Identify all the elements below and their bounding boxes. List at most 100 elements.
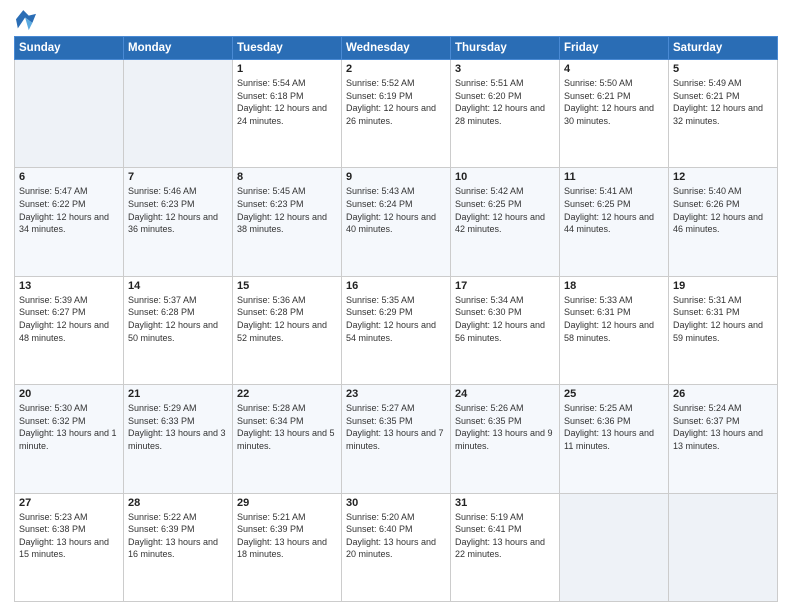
day-info: Sunrise: 5:26 AM Sunset: 6:35 PM Dayligh… [455,402,555,452]
day-info: Sunrise: 5:40 AM Sunset: 6:26 PM Dayligh… [673,185,773,235]
page: Sunday Monday Tuesday Wednesday Thursday… [0,0,792,612]
table-row: 23 Sunrise: 5:27 AM Sunset: 6:35 PM Dayli… [342,385,451,493]
calendar-week-row: 27 Sunrise: 5:23 AM Sunset: 6:38 PM Dayli… [15,493,778,601]
calendar-week-row: 6Sunrise: 5:47 AM Sunset: 6:22 PM Daylig… [15,168,778,276]
col-sunday: Sunday [15,37,124,60]
day-info: Sunrise: 5:29 AM Sunset: 6:33 PM Dayligh… [128,402,228,452]
col-monday: Monday [124,37,233,60]
day-info: Sunrise: 5:28 AM Sunset: 6:34 PM Dayligh… [237,402,337,452]
calendar-table: Sunday Monday Tuesday Wednesday Thursday… [14,36,778,602]
table-row: 1 Sunrise: 5:54 AM Sunset: 6:18 PM Daylig… [233,60,342,168]
table-row: 2 Sunrise: 5:52 AM Sunset: 6:19 PM Daylig… [342,60,451,168]
table-row: 16Sunrise: 5:35 AM Sunset: 6:29 PM Dayli… [342,276,451,384]
day-number: 5 [673,63,773,75]
day-number: 6 [19,171,119,183]
day-number: 10 [455,171,555,183]
day-number: 31 [455,497,555,509]
table-row: 3 Sunrise: 5:51 AM Sunset: 6:20 PM Daylig… [451,60,560,168]
logo [14,10,36,30]
day-number: 23 [346,388,446,400]
day-info: Sunrise: 5:31 AM Sunset: 6:31 PM Dayligh… [673,294,773,344]
day-info: Sunrise: 5:37 AM Sunset: 6:28 PM Dayligh… [128,294,228,344]
table-row: 19Sunrise: 5:31 AM Sunset: 6:31 PM Dayli… [669,276,778,384]
col-friday: Friday [560,37,669,60]
calendar-header-row: Sunday Monday Tuesday Wednesday Thursday… [15,37,778,60]
day-info: Sunrise: 5:49 AM Sunset: 6:21 PM Dayligh… [673,77,773,127]
day-number: 1 [237,63,337,75]
day-info: Sunrise: 5:34 AM Sunset: 6:30 PM Dayligh… [455,294,555,344]
day-info: Sunrise: 5:24 AM Sunset: 6:37 PM Dayligh… [673,402,773,452]
day-number: 26 [673,388,773,400]
day-number: 25 [564,388,664,400]
table-row: 28 Sunrise: 5:22 AM Sunset: 6:39 PM Dayli… [124,493,233,601]
day-number: 20 [19,388,119,400]
day-info: Sunrise: 5:22 AM Sunset: 6:39 PM Dayligh… [128,511,228,561]
table-row: 26 Sunrise: 5:24 AM Sunset: 6:37 PM Dayli… [669,385,778,493]
day-number: 15 [237,280,337,292]
table-row: 31Sunrise: 5:19 AM Sunset: 6:41 PM Dayli… [451,493,560,601]
table-row: 7 Sunrise: 5:46 AM Sunset: 6:23 PM Daylig… [124,168,233,276]
day-number: 18 [564,280,664,292]
day-info: Sunrise: 5:20 AM Sunset: 6:40 PM Dayligh… [346,511,446,561]
logo-bird-icon [16,10,36,34]
table-row: 12 Sunrise: 5:40 AM Sunset: 6:26 PM Dayli… [669,168,778,276]
day-number: 17 [455,280,555,292]
day-info: Sunrise: 5:21 AM Sunset: 6:39 PM Dayligh… [237,511,337,561]
day-number: 7 [128,171,228,183]
day-info: Sunrise: 5:52 AM Sunset: 6:19 PM Dayligh… [346,77,446,127]
day-number: 3 [455,63,555,75]
day-number: 29 [237,497,337,509]
day-number: 21 [128,388,228,400]
day-number: 22 [237,388,337,400]
table-row [124,60,233,168]
table-row: 10 Sunrise: 5:42 AM Sunset: 6:25 PM Dayli… [451,168,560,276]
col-wednesday: Wednesday [342,37,451,60]
table-row [15,60,124,168]
table-row: 5 Sunrise: 5:49 AM Sunset: 6:21 PM Daylig… [669,60,778,168]
col-saturday: Saturday [669,37,778,60]
day-info: Sunrise: 5:42 AM Sunset: 6:25 PM Dayligh… [455,185,555,235]
day-info: Sunrise: 5:45 AM Sunset: 6:23 PM Dayligh… [237,185,337,235]
day-number: 4 [564,63,664,75]
table-row: 27 Sunrise: 5:23 AM Sunset: 6:38 PM Dayli… [15,493,124,601]
day-info: Sunrise: 5:27 AM Sunset: 6:35 PM Dayligh… [346,402,446,452]
calendar-week-row: 1 Sunrise: 5:54 AM Sunset: 6:18 PM Daylig… [15,60,778,168]
table-row: 21 Sunrise: 5:29 AM Sunset: 6:33 PM Dayli… [124,385,233,493]
day-number: 30 [346,497,446,509]
day-number: 12 [673,171,773,183]
col-thursday: Thursday [451,37,560,60]
day-number: 28 [128,497,228,509]
table-row: 4 Sunrise: 5:50 AM Sunset: 6:21 PM Daylig… [560,60,669,168]
table-row: 13Sunrise: 5:39 AM Sunset: 6:27 PM Dayli… [15,276,124,384]
table-row: 14 Sunrise: 5:37 AM Sunset: 6:28 PM Dayli… [124,276,233,384]
table-row: 6Sunrise: 5:47 AM Sunset: 6:22 PM Daylig… [15,168,124,276]
day-info: Sunrise: 5:54 AM Sunset: 6:18 PM Dayligh… [237,77,337,127]
table-row: 17 Sunrise: 5:34 AM Sunset: 6:30 PM Dayli… [451,276,560,384]
header [14,10,778,30]
day-info: Sunrise: 5:23 AM Sunset: 6:38 PM Dayligh… [19,511,119,561]
day-info: Sunrise: 5:35 AM Sunset: 6:29 PM Dayligh… [346,294,446,344]
table-row: 29 Sunrise: 5:21 AM Sunset: 6:39 PM Dayli… [233,493,342,601]
table-row: 9Sunrise: 5:43 AM Sunset: 6:24 PM Daylig… [342,168,451,276]
table-row: 22 Sunrise: 5:28 AM Sunset: 6:34 PM Dayli… [233,385,342,493]
calendar-week-row: 13Sunrise: 5:39 AM Sunset: 6:27 PM Dayli… [15,276,778,384]
day-number: 14 [128,280,228,292]
table-row: 25 Sunrise: 5:25 AM Sunset: 6:36 PM Dayli… [560,385,669,493]
day-info: Sunrise: 5:50 AM Sunset: 6:21 PM Dayligh… [564,77,664,127]
day-info: Sunrise: 5:25 AM Sunset: 6:36 PM Dayligh… [564,402,664,452]
table-row: 15Sunrise: 5:36 AM Sunset: 6:28 PM Dayli… [233,276,342,384]
day-info: Sunrise: 5:51 AM Sunset: 6:20 PM Dayligh… [455,77,555,127]
day-number: 27 [19,497,119,509]
day-info: Sunrise: 5:33 AM Sunset: 6:31 PM Dayligh… [564,294,664,344]
day-number: 2 [346,63,446,75]
table-row: 18 Sunrise: 5:33 AM Sunset: 6:31 PM Dayli… [560,276,669,384]
table-row: 11 Sunrise: 5:41 AM Sunset: 6:25 PM Dayli… [560,168,669,276]
day-number: 9 [346,171,446,183]
day-number: 24 [455,388,555,400]
calendar-week-row: 20Sunrise: 5:30 AM Sunset: 6:32 PM Dayli… [15,385,778,493]
day-info: Sunrise: 5:46 AM Sunset: 6:23 PM Dayligh… [128,185,228,235]
col-tuesday: Tuesday [233,37,342,60]
day-info: Sunrise: 5:41 AM Sunset: 6:25 PM Dayligh… [564,185,664,235]
day-number: 11 [564,171,664,183]
table-row: 30 Sunrise: 5:20 AM Sunset: 6:40 PM Dayli… [342,493,451,601]
